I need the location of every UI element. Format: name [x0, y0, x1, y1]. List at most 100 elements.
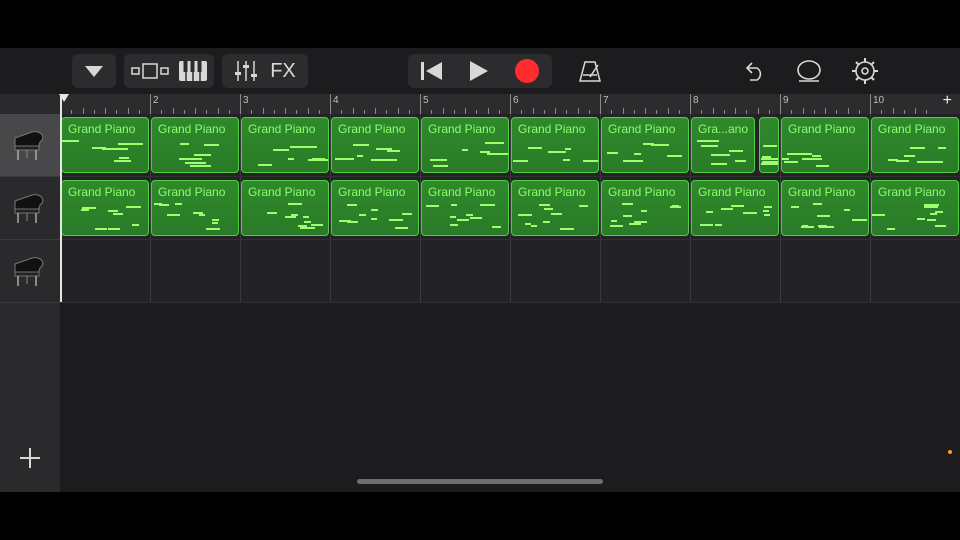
loop-icon: [797, 60, 821, 82]
midi-note: [108, 210, 118, 212]
midi-note: [763, 210, 769, 212]
toolbar: FX: [0, 48, 960, 94]
midi-region[interactable]: Grand Piano: [421, 117, 509, 173]
midi-note: [273, 149, 289, 151]
midi-region[interactable]: Grand Piano: [691, 180, 779, 236]
midi-region[interactable]: Grand Piano: [511, 117, 599, 173]
tracks-view-button[interactable]: [131, 62, 169, 80]
midi-region[interactable]: Gra...ano: [691, 117, 755, 173]
midi-region[interactable]: Grand Piano: [871, 117, 959, 173]
ruler-bar-line: [420, 94, 421, 114]
region-label: Grand Piano: [518, 122, 586, 136]
midi-note: [451, 204, 457, 206]
midi-region[interactable]: Grand Piano: [421, 180, 509, 236]
fx-button[interactable]: FX: [270, 60, 296, 83]
midi-note: [395, 227, 408, 229]
region-label: Grand Piano: [428, 185, 496, 199]
midi-region[interactable]: Grand Piano: [781, 180, 869, 236]
midi-note: [813, 203, 822, 205]
midi-note: [623, 160, 643, 162]
ruler-bar-number: 5: [423, 95, 429, 106]
midi-note: [544, 208, 553, 210]
midi-note: [551, 213, 562, 215]
playhead[interactable]: [60, 94, 62, 302]
instrument-view-button[interactable]: [179, 61, 207, 81]
midi-note: [118, 143, 143, 145]
mixer-sliders-icon: [235, 61, 258, 81]
midi-note: [357, 155, 363, 157]
midi-region[interactable]: Grand Piano: [241, 180, 329, 236]
ruler-bar-number: 7: [603, 95, 609, 106]
midi-note: [113, 213, 123, 215]
playhead-handle[interactable]: [59, 94, 69, 102]
midi-note: [721, 208, 733, 210]
midi-note: [462, 149, 468, 151]
midi-note: [743, 212, 757, 214]
region-label: Grand Piano: [698, 185, 766, 199]
midi-note: [288, 203, 302, 205]
track-header-2[interactable]: [0, 177, 60, 240]
ruler-bar-number: 3: [243, 95, 249, 106]
region-label: Grand Piano: [338, 185, 406, 199]
play-button[interactable]: [468, 60, 490, 82]
track-headers: [0, 94, 60, 492]
midi-region[interactable]: [759, 117, 779, 173]
midi-note: [290, 146, 317, 148]
midi-region[interactable]: Grand Piano: [601, 117, 689, 173]
gear-icon: [852, 58, 878, 84]
browser-menu-button[interactable]: [72, 54, 116, 88]
midi-note: [371, 159, 397, 161]
midi-note: [480, 151, 490, 153]
midi-region[interactable]: Grand Piano: [331, 117, 419, 173]
mixer-button[interactable]: [234, 60, 258, 82]
ruler-bar-line: [870, 94, 871, 114]
midi-note: [565, 148, 571, 150]
midi-note: [285, 216, 296, 218]
midi-region[interactable]: Grand Piano: [241, 117, 329, 173]
region-label: Grand Piano: [608, 122, 676, 136]
midi-note: [466, 214, 473, 216]
midi-region[interactable]: Grand Piano: [151, 117, 239, 173]
midi-region[interactable]: Grand Piano: [511, 180, 599, 236]
midi-region[interactable]: Grand Piano: [781, 117, 869, 173]
region-label: Grand Piano: [608, 185, 676, 199]
midi-region[interactable]: Grand Piano: [151, 180, 239, 236]
midi-note: [180, 143, 189, 145]
loop-browser-button[interactable]: [790, 54, 828, 88]
timeline-ruler[interactable]: + 2 3 4 5 6 7 8 9 10: [60, 92, 960, 114]
rewind-button[interactable]: [420, 60, 444, 82]
midi-note: [402, 213, 412, 215]
midi-region[interactable]: Grand Piano: [61, 117, 149, 173]
midi-region[interactable]: Grand Piano: [331, 180, 419, 236]
triangle-down-icon: [85, 66, 103, 77]
midi-note: [701, 145, 718, 147]
add-section-button[interactable]: +: [943, 92, 952, 110]
track-header-3[interactable]: [0, 240, 60, 303]
region-label: Grand Piano: [788, 185, 856, 199]
settings-button[interactable]: [846, 54, 884, 88]
add-track-button[interactable]: [14, 442, 46, 474]
midi-note: [62, 140, 79, 142]
midi-note: [818, 225, 827, 227]
midi-region[interactable]: Grand Piano: [61, 180, 149, 236]
midi-note: [114, 160, 131, 162]
undo-button[interactable]: [736, 54, 772, 88]
midi-note: [450, 224, 458, 226]
midi-note: [711, 163, 727, 165]
midi-region[interactable]: Grand Piano: [871, 180, 959, 236]
record-button[interactable]: [514, 58, 540, 84]
midi-note: [470, 217, 482, 219]
midi-note: [924, 206, 938, 208]
region-label: Grand Piano: [158, 185, 226, 199]
track-header-1[interactable]: [0, 114, 60, 177]
midi-note: [938, 147, 946, 149]
midi-region[interactable]: Grand Piano: [601, 180, 689, 236]
midi-note: [267, 212, 277, 214]
midi-note: [611, 220, 617, 222]
metronome-button[interactable]: [572, 54, 608, 88]
midi-note: [563, 159, 570, 161]
plus-icon: [20, 448, 40, 468]
midi-note: [917, 218, 925, 220]
midi-note: [731, 205, 744, 207]
transport-group: [408, 54, 552, 88]
